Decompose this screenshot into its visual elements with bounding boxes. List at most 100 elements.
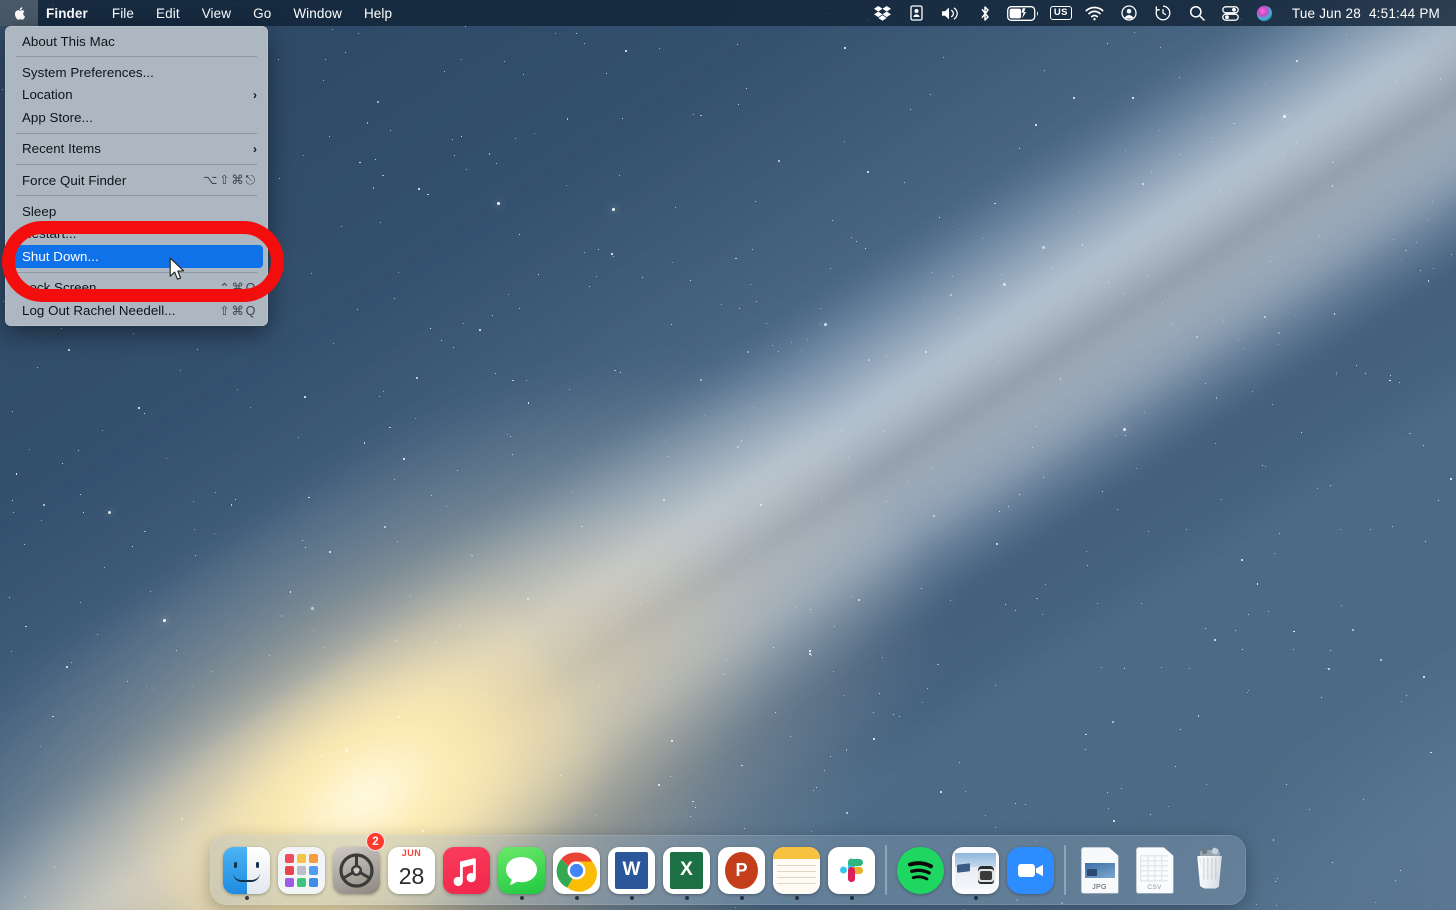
dock-item-slack[interactable] bbox=[824, 835, 879, 905]
dropbox-icon[interactable] bbox=[866, 0, 900, 26]
volume-icon[interactable] bbox=[934, 0, 968, 26]
contacts-card-icon[interactable] bbox=[900, 0, 934, 26]
menu-window[interactable]: Window bbox=[282, 0, 353, 26]
dock-item-trash[interactable] bbox=[1182, 835, 1237, 905]
menu-bar-clock[interactable]: Tue Jun 28 4:51:44 PM bbox=[1282, 6, 1446, 21]
calendar-icon: JUN 28 bbox=[388, 846, 435, 894]
menu-item-label: Lock Screen bbox=[22, 280, 97, 296]
dock-item-system-preferences[interactable]: 2 bbox=[329, 832, 385, 905]
dock-item-finder[interactable] bbox=[219, 835, 274, 905]
control-center-icon[interactable] bbox=[1214, 0, 1248, 26]
dock-item-powerpoint[interactable]: P bbox=[714, 835, 769, 905]
calendar-day: 28 bbox=[398, 862, 425, 889]
slack-icon bbox=[828, 846, 875, 894]
menu-item-about-this-mac[interactable]: About This Mac bbox=[5, 30, 268, 52]
menu-item-force-quit-finder[interactable]: Force Quit Finder ⌥⇧⌘⎋ bbox=[5, 169, 268, 191]
menu-item-label: Force Quit Finder bbox=[22, 172, 127, 188]
dock-item-preview[interactable] bbox=[948, 835, 1003, 905]
running-indicator bbox=[794, 896, 799, 900]
desktop-screen: Finder File Edit View Go Window Help US … bbox=[0, 0, 1456, 910]
menu-item-label: Sleep bbox=[22, 204, 57, 220]
time-machine-icon[interactable] bbox=[1146, 0, 1180, 26]
dock-item-launchpad[interactable] bbox=[274, 835, 329, 905]
dock-item-messages[interactable] bbox=[494, 835, 549, 905]
dock-item-word[interactable]: W bbox=[604, 835, 659, 905]
user-account-icon[interactable] bbox=[1112, 0, 1146, 26]
menu-item-shortcut: ⇧⌘Q bbox=[219, 303, 257, 318]
csv-file-icon: CSV bbox=[1135, 846, 1174, 894]
menu-separator bbox=[16, 271, 257, 273]
system-preferences-icon bbox=[333, 846, 380, 894]
menu-separator bbox=[16, 132, 257, 134]
menu-item-app-store[interactable]: App Store... bbox=[5, 106, 268, 128]
menu-item-recent-items[interactable]: Recent Items › bbox=[5, 138, 268, 160]
dock-item-spotify[interactable] bbox=[893, 835, 948, 905]
menu-file[interactable]: File bbox=[101, 0, 145, 26]
menu-edit[interactable]: Edit bbox=[145, 0, 191, 26]
jpg-file-icon: JPG bbox=[1080, 846, 1119, 894]
menu-item-location[interactable]: Location › bbox=[5, 84, 268, 106]
spotlight-search-icon[interactable] bbox=[1180, 0, 1214, 26]
bluetooth-icon[interactable] bbox=[968, 0, 1002, 26]
dock: 2 JUN 28 W X P JPG CSV bbox=[210, 832, 1246, 905]
chevron-right-icon: › bbox=[252, 141, 257, 156]
menu-help[interactable]: Help bbox=[353, 0, 403, 26]
dock-item-calendar[interactable]: JUN 28 bbox=[384, 835, 439, 905]
menu-item-label: Restart... bbox=[22, 226, 77, 242]
running-indicator bbox=[973, 896, 978, 900]
menu-item-restart[interactable]: Restart... bbox=[5, 223, 268, 245]
menu-item-label: Log Out Rachel Needell... bbox=[22, 302, 176, 318]
menu-bar: Finder File Edit View Go Window Help US … bbox=[0, 0, 1456, 26]
dock-item-chrome[interactable] bbox=[549, 835, 604, 905]
clock-date: Tue Jun 28 bbox=[1291, 5, 1361, 21]
menu-separator bbox=[16, 195, 257, 197]
menu-finder[interactable]: Finder bbox=[38, 0, 101, 26]
menu-separator bbox=[16, 163, 257, 165]
menu-item-lock-screen[interactable]: Lock Screen ⌃⌘Q bbox=[5, 277, 268, 299]
running-indicator bbox=[739, 896, 744, 900]
zoom-icon bbox=[1007, 846, 1054, 894]
menu-item-shortcut: ⌥⇧⌘⎋ bbox=[202, 173, 257, 188]
dock-item-notes[interactable] bbox=[769, 835, 824, 905]
keyboard-input-us-icon[interactable]: US bbox=[1044, 0, 1078, 26]
trash-icon bbox=[1188, 846, 1232, 894]
dock-item-zoom[interactable] bbox=[1003, 835, 1058, 905]
jpg-file-label: JPG bbox=[1092, 883, 1107, 891]
apple-menu-dropdown: About This Mac System Preferences... Loc… bbox=[5, 26, 268, 327]
running-indicator bbox=[849, 896, 854, 900]
menu-view[interactable]: View bbox=[191, 0, 242, 26]
menu-item-label: App Store... bbox=[22, 109, 93, 125]
running-indicator bbox=[629, 896, 634, 900]
running-indicator bbox=[574, 896, 579, 900]
dock-separator bbox=[1064, 845, 1066, 895]
dock-item-music[interactable] bbox=[439, 835, 494, 905]
calendar-month: JUN bbox=[401, 847, 422, 858]
dock-separator bbox=[885, 845, 887, 895]
apple-logo-icon[interactable] bbox=[0, 0, 38, 26]
clock-time: 4:51:44 PM bbox=[1368, 5, 1440, 21]
powerpoint-letter: P bbox=[725, 851, 758, 889]
dock-item-csv-file[interactable]: CSV bbox=[1127, 835, 1182, 905]
music-icon bbox=[443, 846, 490, 894]
menu-item-log-out[interactable]: Log Out Rachel Needell... ⇧⌘Q bbox=[5, 299, 268, 321]
siri-icon[interactable] bbox=[1248, 0, 1282, 26]
battery-icon[interactable] bbox=[1002, 0, 1044, 26]
mouse-cursor bbox=[169, 257, 186, 287]
dock-item-excel[interactable]: X bbox=[659, 835, 714, 905]
wifi-icon[interactable] bbox=[1078, 0, 1112, 26]
menu-bar-app-menus: Finder File Edit View Go Window Help bbox=[0, 0, 403, 26]
notification-badge: 2 bbox=[366, 832, 385, 851]
spotify-icon bbox=[897, 846, 944, 894]
keyboard-layout-label: US bbox=[1049, 6, 1072, 20]
dock-item-jpg-file[interactable]: JPG bbox=[1072, 835, 1127, 905]
menu-item-shut-down[interactable]: Shut Down... bbox=[10, 245, 263, 268]
menu-item-sleep[interactable]: Sleep bbox=[5, 200, 268, 222]
running-indicator bbox=[684, 896, 689, 900]
finder-icon bbox=[223, 846, 270, 894]
csv-file-label: CSV bbox=[1147, 883, 1162, 891]
word-letter: W bbox=[615, 851, 648, 889]
menu-go[interactable]: Go bbox=[242, 0, 282, 26]
running-indicator bbox=[244, 896, 249, 900]
menu-item-system-preferences[interactable]: System Preferences... bbox=[5, 61, 268, 83]
chevron-right-icon: › bbox=[252, 87, 257, 102]
